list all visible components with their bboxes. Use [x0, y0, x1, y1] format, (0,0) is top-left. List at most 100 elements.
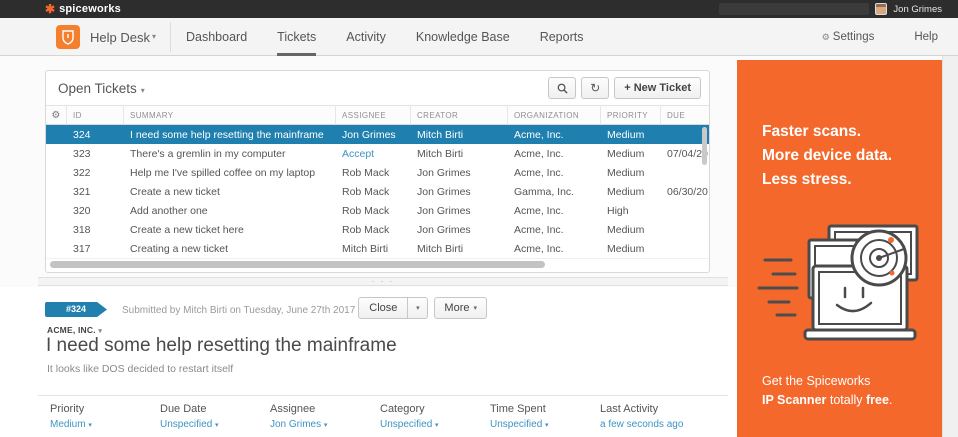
column-header-priority[interactable]: PRIORITY: [601, 105, 661, 125]
refresh-icon: ↻: [590, 81, 600, 95]
ticket-field: Category Unspecified ▾: [380, 403, 490, 430]
spiceworks-logo[interactable]: ✱ spiceworks: [45, 3, 121, 15]
table-row[interactable]: 318 Create a new ticket here Rob Mack Jo…: [46, 220, 709, 239]
cell-summary: I need some help resetting the mainframe: [124, 129, 336, 141]
more-button[interactable]: More ▾: [434, 297, 487, 319]
horizontal-scrollbar: [46, 258, 709, 270]
ticket-table-body: 324 I need some help resetting the mainf…: [46, 125, 709, 258]
cell-creator: Mitch Birti: [411, 243, 508, 255]
column-header-id[interactable]: ID: [67, 105, 124, 125]
ad-cta-line2: IP Scanner totally free.: [762, 391, 892, 410]
ad-headline: Faster scans. More device data. Less str…: [762, 120, 892, 192]
cell-creator: Jon Grimes: [411, 205, 508, 217]
cell-summary: There's a gremlin in my computer: [124, 148, 336, 160]
cell-creator: Jon Grimes: [411, 167, 508, 179]
app-switcher-caret-icon[interactable]: ▾: [152, 32, 156, 41]
cell-organization: Acme, Inc.: [508, 224, 601, 236]
table-row[interactable]: 324 I need some help resetting the mainf…: [46, 125, 709, 144]
chevron-down-icon: ▾: [141, 86, 145, 95]
cell-creator: Jon Grimes: [411, 224, 508, 236]
help-button[interactable]: Help: [914, 18, 938, 56]
cell-assignee[interactable]: Mitch Birti: [336, 243, 411, 255]
cell-priority: High: [601, 205, 661, 217]
cell-priority: Medium: [601, 243, 661, 255]
field-value-dropdown[interactable]: Unspecified ▾: [380, 419, 490, 430]
cell-priority: Medium: [601, 167, 661, 179]
tab-dashboard[interactable]: Dashboard: [186, 18, 247, 56]
spiceworks-logo-text: spiceworks: [59, 3, 121, 15]
ticket-table-header: ⚙ ID SUMMARY ASSIGNEE CREATOR ORGANIZATI…: [46, 105, 709, 125]
cell-priority: Medium: [601, 148, 661, 160]
vertical-scrollbar-thumb[interactable]: [702, 127, 707, 165]
drag-handle-icon: · · ·: [372, 277, 394, 286]
field-value-dropdown[interactable]: Jon Grimes ▾: [270, 419, 380, 430]
column-header-due[interactable]: DUE: [661, 105, 709, 125]
settings-button[interactable]: ⚙ Settings: [822, 18, 875, 56]
tab-reports[interactable]: Reports: [540, 18, 584, 56]
ad-headline-line3: Less stress.: [762, 168, 892, 192]
laptop-scan-illustration: [751, 218, 927, 348]
field-value: a few seconds ago: [600, 419, 683, 430]
table-row[interactable]: 317 Creating a new ticket Mitch Birti Mi…: [46, 239, 709, 258]
table-row[interactable]: 321 Create a new ticket Rob Mack Jon Gri…: [46, 182, 709, 201]
field-value-dropdown[interactable]: a few seconds ago: [600, 419, 710, 430]
cell-id: 324: [67, 129, 124, 141]
search-button[interactable]: [548, 77, 576, 99]
table-row[interactable]: 323 There's a gremlin in my computer Acc…: [46, 144, 709, 163]
field-value-dropdown[interactable]: Medium ▾: [50, 419, 160, 430]
cell-assignee[interactable]: Rob Mack: [336, 167, 411, 179]
ticket-number-badge: #324: [45, 302, 107, 317]
helpdesk-app-icon[interactable]: [56, 25, 80, 49]
ticket-field: Assignee Jon Grimes ▾: [270, 403, 380, 430]
table-row[interactable]: 322 Help me I've spilled coffee on my la…: [46, 163, 709, 182]
chevron-down-icon: ▾: [88, 422, 92, 429]
table-settings-gear-icon[interactable]: ⚙: [46, 105, 67, 125]
column-header-creator[interactable]: CREATOR: [411, 105, 508, 125]
cell-assignee[interactable]: Jon Grimes: [336, 129, 411, 141]
user-avatar[interactable]: [875, 3, 887, 15]
cell-summary: Create a new ticket: [124, 186, 336, 198]
horizontal-scrollbar-thumb[interactable]: [50, 261, 545, 268]
user-name[interactable]: Jon Grimes: [893, 4, 942, 15]
topbar-search-input[interactable]: [719, 3, 869, 15]
organization-selector[interactable]: ACME, INC. ▾: [47, 325, 102, 335]
topbar: ✱ spiceworks Jon Grimes: [0, 0, 958, 18]
cell-assignee[interactable]: Accept: [336, 148, 411, 160]
table-row[interactable]: 320 Add another one Rob Mack Jon Grimes …: [46, 201, 709, 220]
close-dropdown-caret-icon[interactable]: ▾: [408, 297, 428, 319]
app-switcher[interactable]: Help Desk: [90, 30, 150, 45]
tab-activity[interactable]: Activity: [346, 18, 386, 56]
ticket-view-selector[interactable]: Open Tickets▾: [58, 81, 145, 96]
chevron-down-icon: ▾: [473, 304, 477, 312]
ticket-detail-panel: #324 Submitted by Mitch Birti on Tuesday…: [0, 287, 737, 437]
ip-scanner-ad[interactable]: Faster scans. More device data. Less str…: [737, 60, 942, 437]
field-label: Time Spent: [490, 403, 600, 415]
close-ticket-button[interactable]: Close: [358, 297, 408, 319]
tab-knowledge-base[interactable]: Knowledge Base: [416, 18, 510, 56]
navbar: Help Desk ▾ Dashboard Tickets Activity K…: [0, 18, 958, 56]
cell-assignee[interactable]: Rob Mack: [336, 224, 411, 236]
field-value-dropdown[interactable]: Unspecified ▾: [160, 419, 270, 430]
ticket-field: Last Activity a few seconds ago: [600, 403, 710, 430]
ticket-description: It looks like DOS decided to restart its…: [47, 363, 233, 375]
tab-tickets[interactable]: Tickets: [277, 18, 316, 56]
refresh-button[interactable]: ↻: [581, 77, 609, 99]
column-header-assignee[interactable]: ASSIGNEE: [336, 105, 411, 125]
ticket-title: I need some help resetting the mainframe: [46, 335, 397, 357]
app-window: ✱ spiceworks Jon Grimes Help Desk ▾ Dash…: [0, 0, 958, 437]
column-header-summary[interactable]: SUMMARY: [124, 105, 336, 125]
field-label: Assignee: [270, 403, 380, 415]
field-value: Unspecified: [160, 419, 212, 430]
cell-assignee[interactable]: Rob Mack: [336, 205, 411, 217]
new-ticket-button[interactable]: + New Ticket: [614, 77, 701, 99]
column-header-organization[interactable]: ORGANIZATION: [508, 105, 601, 125]
cell-id: 323: [67, 148, 124, 160]
cell-assignee[interactable]: Rob Mack: [336, 186, 411, 198]
open-tickets-panel: Open Tickets▾ ↻ + New Ticket ⚙ ID SUMMAR…: [45, 70, 710, 273]
cell-priority: Medium: [601, 129, 661, 141]
field-value-dropdown[interactable]: Unspecified ▾: [490, 419, 600, 430]
panel-splitter[interactable]: · · ·: [38, 277, 728, 286]
field-label: Due Date: [160, 403, 270, 415]
ticket-field: Due Date Unspecified ▾: [160, 403, 270, 430]
cell-summary: Creating a new ticket: [124, 243, 336, 255]
